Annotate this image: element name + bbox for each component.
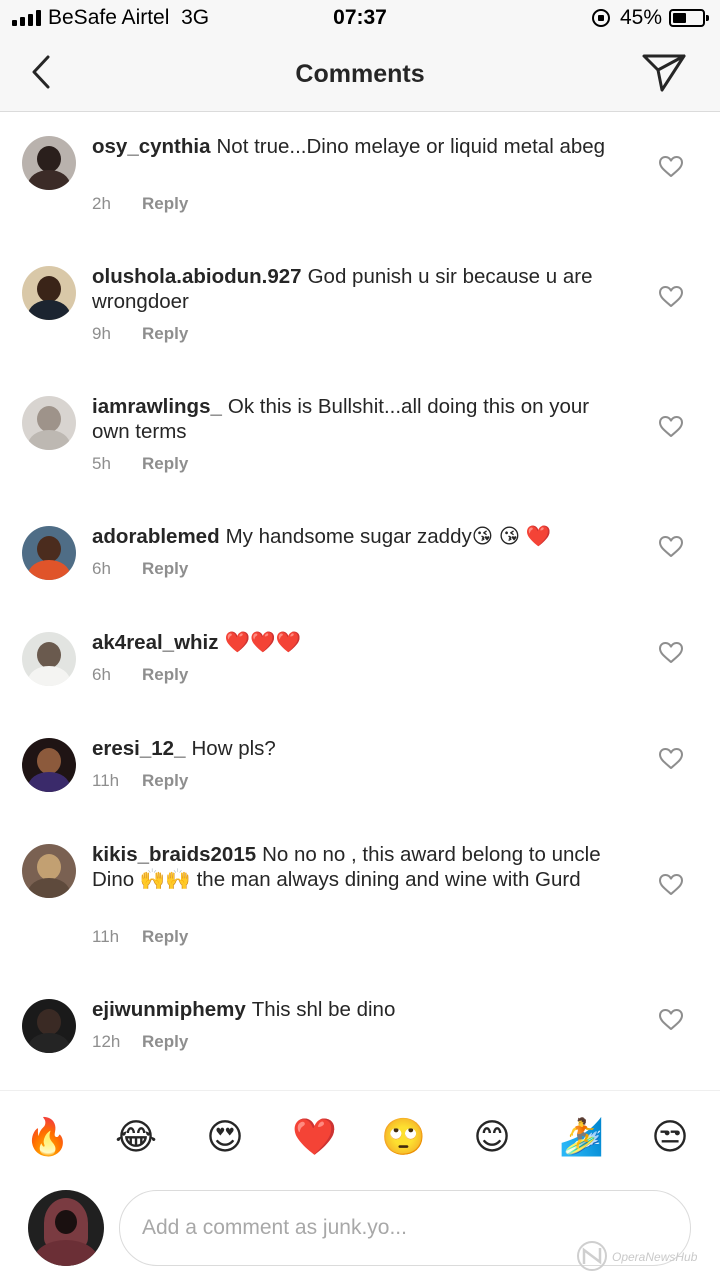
comment-text: osy_cynthia Not true...Dino melaye or liq… (92, 134, 632, 159)
watermark-text: OperaNewsHub (612, 1250, 698, 1264)
emoji-quick-reaction[interactable]: ❤️ (292, 1115, 337, 1159)
comment-time: 11h (92, 771, 120, 790)
heart-icon (659, 286, 683, 307)
emoji-quick-reaction[interactable]: 🏄 (559, 1115, 604, 1159)
battery-icon (669, 9, 709, 27)
status-time: 07:37 (333, 6, 387, 29)
comment-username[interactable]: ak4real_whiz (92, 631, 219, 654)
comment-text: eresi_12_ How pls? (92, 736, 632, 761)
comment-time: 11h (92, 927, 120, 946)
reply-button[interactable]: Reply (142, 324, 188, 343)
comment-username[interactable]: ejiwunmiphemy (92, 998, 246, 1021)
avatar[interactable] (22, 266, 76, 320)
battery-percent: 45% (620, 6, 663, 29)
avatar[interactable] (22, 396, 76, 450)
heart-icon (659, 874, 683, 895)
comment-meta: 12h Reply (92, 1032, 188, 1052)
like-button[interactable] (658, 284, 684, 310)
comment-text: kikis_braids2015 No no no , this award be… (92, 842, 632, 892)
comment-username[interactable]: adorablemed (92, 525, 220, 548)
comment-time: 12h (92, 1032, 121, 1051)
avatar[interactable] (22, 844, 76, 898)
avatar[interactable] (22, 738, 76, 792)
comment-time: 6h (92, 665, 111, 684)
comment-time: 2h (92, 194, 111, 213)
reply-button[interactable]: Reply (142, 665, 188, 684)
like-button[interactable] (658, 746, 684, 772)
emoji-quick-reaction[interactable]: 😒 (648, 1115, 692, 1159)
emoji-quick-reaction[interactable]: 🔥 (25, 1115, 70, 1159)
comment-text: ak4real_whiz ❤️❤️❤️ (92, 630, 632, 655)
nav-header: Comments (0, 36, 720, 112)
status-bar: BeSafe Airtel 3G 07:37 45% (0, 0, 720, 36)
emoji-quick-reaction[interactable]: 😍 (203, 1115, 247, 1159)
heart-icon (659, 748, 683, 769)
back-button[interactable] (24, 52, 64, 92)
comment-meta: 6h Reply (92, 665, 188, 685)
like-button[interactable] (658, 534, 684, 560)
comment-body: My handsome sugar zaddy😘 😘 ❤️ (225, 525, 552, 548)
comment-username[interactable]: osy_cynthia (92, 135, 211, 158)
heart-icon (659, 416, 683, 437)
comment-meta: 5h Reply (92, 454, 188, 474)
reply-button[interactable]: Reply (142, 927, 188, 946)
emoji-quick-reaction[interactable]: 😊 (470, 1115, 514, 1159)
heart-icon (659, 1009, 683, 1030)
page-title: Comments (295, 60, 425, 88)
comment-meta: 2h Reply (92, 194, 188, 214)
comments-list[interactable]: osy_cynthia Not true...Dino melaye or liq… (0, 112, 720, 1090)
avatar[interactable] (22, 136, 76, 190)
like-button[interactable] (658, 872, 684, 898)
emoji-bar: 🔥 😂 😍 ❤️ 🙄 😊 🏄 😒 (0, 1090, 720, 1184)
comment-text: iamrawlings_ Ok this is Bullshit...all do… (92, 394, 632, 444)
comment-body: This shl be dino (251, 998, 396, 1021)
chevron-left-icon (32, 55, 50, 89)
comment-text: ejiwunmiphemy This shl be dino (92, 997, 632, 1022)
comment-time: 6h (92, 559, 111, 578)
heart-icon (659, 536, 683, 557)
emoji-quick-reaction[interactable]: 🙄 (381, 1115, 426, 1159)
watermark-logo-icon (577, 1241, 607, 1271)
comment-text: adorablemed My handsome sugar zaddy😘 😘 ❤️ (92, 524, 632, 549)
comment-meta: 6h Reply (92, 559, 188, 579)
reply-button[interactable]: Reply (142, 1032, 188, 1051)
paper-plane-icon (642, 54, 686, 92)
emoji-quick-reaction[interactable]: 😂 (114, 1115, 158, 1159)
comment-username[interactable]: olushola.abiodun.927 (92, 265, 302, 288)
comment-username[interactable]: eresi_12_ (92, 737, 185, 760)
heart-icon (659, 642, 683, 663)
comment-time: 9h (92, 324, 111, 343)
watermark: OperaNewsHub (570, 1238, 714, 1274)
avatar[interactable] (22, 526, 76, 580)
comment-body: Not true...Dino melaye or liquid metal a… (216, 135, 606, 158)
comment-meta: 11h Reply (92, 771, 188, 791)
avatar[interactable] (22, 632, 76, 686)
avatar[interactable] (22, 999, 76, 1053)
reply-button[interactable]: Reply (142, 454, 188, 473)
orientation-lock-icon (592, 9, 610, 27)
like-button[interactable] (658, 640, 684, 666)
comment-meta: 9h Reply (92, 324, 188, 344)
heart-icon (659, 156, 683, 177)
comment-body: ❤️❤️❤️ (224, 631, 302, 654)
like-button[interactable] (658, 414, 684, 440)
comment-text: olushola.abiodun.927 God punish u sir bec… (92, 264, 632, 314)
comment-username[interactable]: iamrawlings_ (92, 395, 222, 418)
reply-button[interactable]: Reply (142, 771, 188, 790)
like-button[interactable] (658, 154, 684, 180)
comment-meta: 11h Reply (92, 927, 188, 947)
comment-body: How pls? (191, 737, 276, 760)
reply-button[interactable]: Reply (142, 559, 188, 578)
reply-button[interactable]: Reply (142, 194, 188, 213)
like-button[interactable] (658, 1007, 684, 1033)
comment-username[interactable]: kikis_braids2015 (92, 843, 256, 866)
comment-time: 5h (92, 454, 111, 473)
send-button[interactable] (640, 50, 688, 94)
current-user-avatar (28, 1190, 104, 1266)
